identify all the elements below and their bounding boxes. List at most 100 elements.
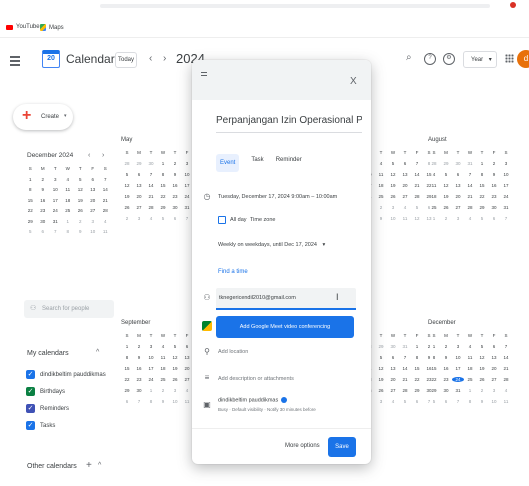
month-day[interactable]: 9 [488,172,500,177]
search-people-input[interactable]: ⚇ Search for people [24,300,114,318]
month-day[interactable]: 16 [488,183,500,188]
month-day[interactable]: 3 [488,388,500,393]
month-day[interactable]: 26 [440,205,452,210]
mini-day[interactable]: 10 [49,187,62,192]
mini-day[interactable]: 3 [87,219,100,224]
month-day[interactable]: 27 [133,205,145,210]
month-day[interactable]: 25 [157,377,169,382]
calendar-item[interactable]: ✓ dindikbeltim pauddikmas [26,370,106,379]
month-day[interactable]: 11 [375,172,387,177]
month-day[interactable]: 15 [411,366,423,371]
tab-task[interactable]: Task [251,154,263,172]
month-day[interactable]: 4 [399,205,411,210]
mini-day[interactable]: 4 [99,219,112,224]
month-day[interactable]: 20 [488,366,500,371]
month-name[interactable]: December [428,320,518,327]
mini-day[interactable]: 6 [37,229,50,234]
month-day[interactable]: 30 [387,344,399,349]
month-day[interactable]: 21 [145,194,157,199]
close-icon[interactable]: X [350,76,357,87]
month-day[interactable]: 22 [157,194,169,199]
month-day[interactable]: 3 [452,216,464,221]
month-day[interactable]: 8 [121,355,133,360]
month-day[interactable]: 7 [500,216,512,221]
month-day[interactable]: 29 [157,205,169,210]
browser-profile-dot[interactable] [510,2,516,8]
month-day[interactable]: 9 [476,399,488,404]
month-day[interactable]: 4 [464,216,476,221]
add-google-meet-button[interactable]: Add Google Meet video conferencing [216,316,354,338]
mini-day[interactable]: 1 [24,177,37,182]
month-day[interactable]: 20 [399,183,411,188]
month-day[interactable]: 6 [488,216,500,221]
month-day[interactable]: 3 [452,344,464,349]
month-day[interactable]: 31 [500,205,512,210]
more-options-button[interactable]: More options [285,443,320,449]
mini-next-button[interactable]: › [102,152,104,159]
month-day[interactable]: 29 [476,205,488,210]
month-day[interactable]: 25 [375,194,387,199]
month-day[interactable]: 2 [476,388,488,393]
month-day[interactable]: 30 [488,205,500,210]
month-day[interactable]: 13 [387,366,399,371]
today-button[interactable]: Today [115,52,137,68]
tab-reminder[interactable]: Reminder [276,154,302,172]
month-day[interactable]: 7 [500,344,512,349]
mini-day[interactable]: 20 [87,198,100,203]
month-day[interactable]: 10 [387,216,399,221]
help-icon[interactable]: ? [424,53,436,65]
mini-day[interactable]: 31 [49,219,62,224]
month-day[interactable]: 1 [145,388,157,393]
month-day[interactable]: 16 [169,183,181,188]
month-day[interactable]: 1 [464,388,476,393]
month-day[interactable]: 6 [399,161,411,166]
drag-handle-icon[interactable] [201,72,207,78]
mini-day[interactable]: 15 [24,198,37,203]
mini-day[interactable]: 17 [49,198,62,203]
month-day[interactable]: 28 [500,377,512,382]
month-day[interactable]: 4 [375,161,387,166]
mini-day[interactable]: 22 [24,208,37,213]
month-day[interactable]: 14 [411,172,423,177]
calendar-item[interactable]: ✓ Birthdays [26,387,65,396]
month-day[interactable]: 29 [428,388,440,393]
search-icon[interactable]: ⌕ [406,52,412,63]
month-day[interactable]: 15 [121,366,133,371]
checkbox-checked-icon[interactable]: ✓ [26,370,35,379]
mini-day[interactable]: 10 [87,229,100,234]
location-input[interactable]: Add location [218,349,248,355]
checkbox-checked-icon[interactable]: ✓ [26,421,35,430]
mini-day[interactable]: 11 [62,187,75,192]
month-day[interactable]: 28 [145,205,157,210]
mini-day[interactable]: 27 [87,208,100,213]
month-day[interactable]: 9 [440,355,452,360]
month-day[interactable]: 18 [375,183,387,188]
month-day[interactable]: 29 [121,388,133,393]
mini-day[interactable]: 9 [37,187,50,192]
month-day[interactable]: 26 [476,377,488,382]
month-day[interactable]: 24 [145,377,157,382]
month-day[interactable]: 6 [488,344,500,349]
mini-day[interactable]: 1 [62,219,75,224]
month-day[interactable]: 3 [169,388,181,393]
month-day[interactable]: 11 [428,183,440,188]
month-day[interactable]: 30 [440,388,452,393]
prev-period-button[interactable]: ‹ [149,53,152,64]
month-day[interactable]: 25 [428,205,440,210]
month-day[interactable]: 30 [133,388,145,393]
month-day[interactable]: 4 [387,399,399,404]
find-a-time-link[interactable]: Find a time [218,269,248,275]
mini-day[interactable]: 19 [74,198,87,203]
month-day[interactable]: 1 [157,161,169,166]
calendar-owner-select[interactable]: dindikbeltim pauddikmas [218,397,288,403]
tab-event[interactable]: Event [216,154,240,172]
mini-day[interactable]: 26 [74,208,87,213]
month-day[interactable]: 8 [476,172,488,177]
mini-prev-button[interactable]: ‹ [88,152,90,159]
month-day[interactable]: 31 [452,388,464,393]
month-day[interactable]: 11 [464,355,476,360]
month-day[interactable]: 19 [169,366,181,371]
month-day[interactable]: 20 [133,194,145,199]
month-day[interactable]: 7 [452,399,464,404]
mini-day[interactable]: 2 [37,177,50,182]
